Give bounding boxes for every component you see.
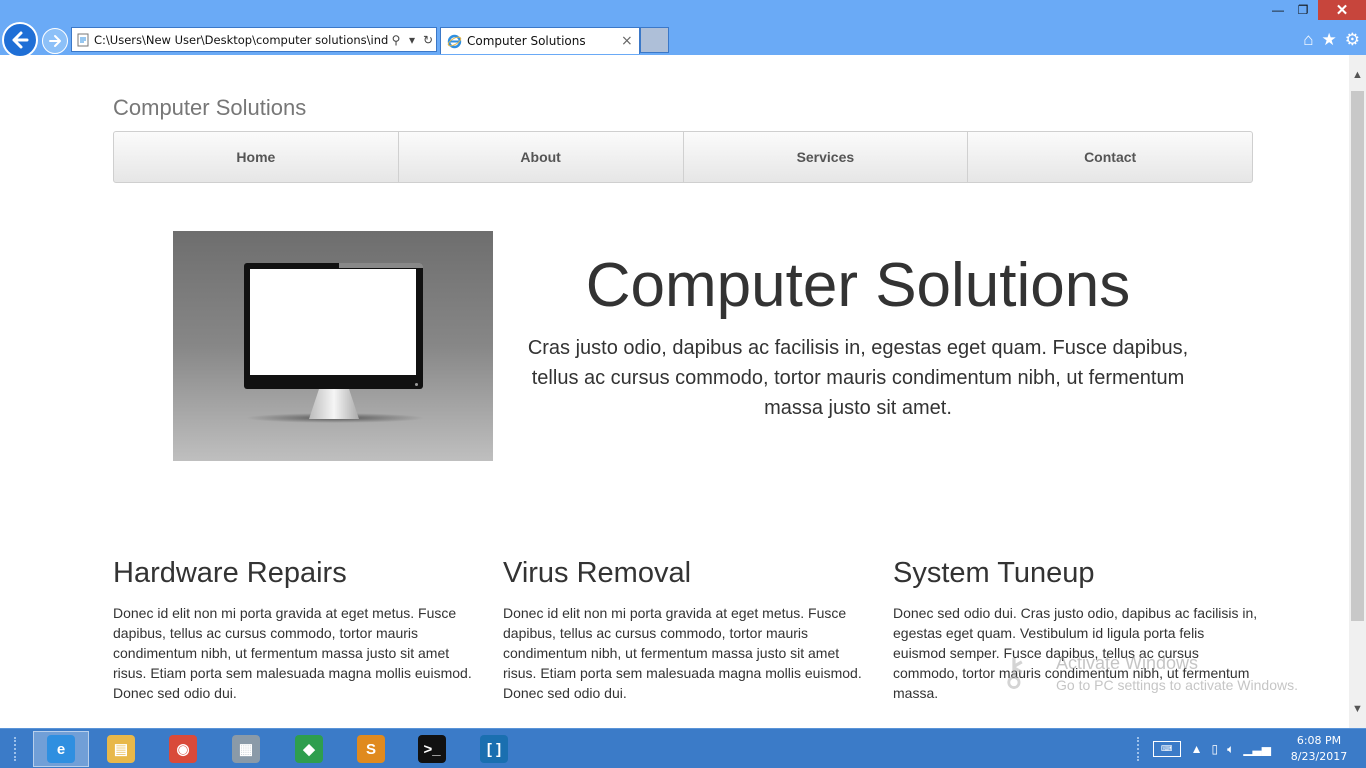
scroll-up-icon[interactable]: ▲: [1352, 69, 1363, 81]
site-brand[interactable]: Computer Solutions: [113, 95, 306, 121]
tab-close-icon[interactable]: ×: [621, 33, 639, 49]
service-body: Donec id elit non mi porta gravida at eg…: [113, 605, 472, 701]
refresh-icon[interactable]: ↻: [420, 33, 436, 47]
taskbar-app-sublime-text[interactable]: S: [343, 731, 399, 767]
monitor-stand: [309, 389, 359, 419]
volume-icon[interactable]: 🔈︎: [1227, 742, 1234, 757]
show-hidden-icons-icon[interactable]: ▲: [1191, 742, 1203, 756]
address-bar[interactable]: C:\Users\New User\Desktop\computer solut…: [71, 27, 437, 52]
service-heading: System Tuneup: [893, 557, 1095, 589]
power-button-icon: [415, 383, 418, 386]
scroll-down-icon[interactable]: ▼: [1352, 703, 1363, 715]
network-adapter-icon[interactable]: ▯: [1212, 742, 1219, 756]
taskbar-app-control-panel[interactable]: ▦: [218, 731, 274, 767]
home-icon[interactable]: ⌂: [1303, 30, 1313, 50]
nav-about[interactable]: About: [399, 132, 684, 182]
forward-arrow-icon: [49, 35, 61, 47]
scroll-thumb[interactable]: [1351, 91, 1364, 621]
hero-title: Computer Solutions: [585, 251, 1131, 320]
back-arrow-icon: [12, 31, 29, 49]
watermark-title: Activate Windows: [1056, 653, 1199, 673]
sublime-text-icon: S: [357, 735, 385, 763]
minimize-button[interactable]: —: [1267, 0, 1289, 20]
internet-explorer-icon: e: [47, 735, 75, 763]
ie-icon: [447, 34, 462, 48]
touch-keyboard-icon[interactable]: ⌨: [1152, 741, 1181, 757]
favorites-star-icon[interactable]: ★: [1322, 30, 1337, 50]
vertical-scrollbar[interactable]: ▲ ▼: [1349, 55, 1366, 729]
taskbar-app-brackets[interactable]: [ ]: [466, 731, 522, 767]
gear-icon[interactable]: ⚙: [1345, 30, 1360, 50]
clock[interactable]: 6:08 PM 8/23/2017: [1280, 733, 1358, 765]
system-tray: ⌨ ▲ ▯ 🔈︎ ▁▃▅ 6:08 PM 8/23/2017: [1136, 729, 1366, 768]
git-icon: ◆: [295, 735, 323, 763]
watermark-subtitle: Go to PC settings to activate Windows.: [1056, 677, 1298, 693]
nav-contact[interactable]: Contact: [968, 132, 1252, 182]
restore-button[interactable]: ❐: [1292, 0, 1314, 20]
monitor-icon: [244, 263, 423, 389]
service-heading: Hardware Repairs: [113, 557, 347, 589]
monitor-screen: [250, 269, 416, 375]
service-heading: Virus Removal: [503, 557, 692, 589]
close-button[interactable]: ✕: [1318, 0, 1366, 20]
file-explorer-icon: ▤: [107, 735, 135, 763]
taskbar-app-file-explorer[interactable]: ▤: [93, 731, 149, 767]
browser-toolbar: C:\Users\New User\Desktop\computer solut…: [0, 0, 1366, 58]
clock-date: 8/23/2017: [1290, 750, 1348, 763]
taskbar-app-git[interactable]: ◆: [281, 731, 337, 767]
service-body: Donec id elit non mi porta gravida at eg…: [503, 605, 862, 701]
back-button[interactable]: [2, 22, 38, 58]
taskbar: e ▤ ◉ ▦ ◆ S >_ [ ] ⌨ ▲ ▯ 🔈︎ ▁▃▅ 6:08 PM 8/23/20…: [0, 728, 1366, 768]
tray-grip[interactable]: [1136, 737, 1143, 761]
ie-page-icon: [77, 33, 89, 46]
tab-computer-solutions[interactable]: Computer Solutions ×: [440, 27, 640, 54]
chrome-icon: ◉: [169, 735, 197, 763]
taskbar-grip[interactable]: [14, 737, 20, 761]
tab-title: Computer Solutions: [467, 34, 586, 48]
key-icon: ⚷: [1000, 652, 1028, 694]
new-tab-button[interactable]: [640, 27, 669, 53]
search-icon[interactable]: ⚲: [388, 33, 404, 47]
hero-text: Cras justo odio, dapibus ac facilisis in…: [527, 337, 1189, 419]
signal-icon[interactable]: ▁▃▅: [1243, 742, 1271, 756]
dropdown-icon[interactable]: ▾: [404, 33, 420, 47]
clock-time: 6:08 PM: [1296, 734, 1342, 747]
hero-monitor-image: [173, 231, 493, 461]
address-url[interactable]: C:\Users\New User\Desktop\computer solut…: [94, 33, 388, 47]
taskbar-app-chrome[interactable]: ◉: [155, 731, 211, 767]
brackets-icon: [ ]: [480, 735, 508, 763]
taskbar-app-command-prompt[interactable]: >_: [404, 731, 460, 767]
control-panel-icon: ▦: [232, 735, 260, 763]
forward-button[interactable]: [42, 28, 68, 54]
nav-services[interactable]: Services: [684, 132, 969, 182]
taskbar-app-internet-explorer[interactable]: e: [33, 731, 89, 767]
command-prompt-icon: >_: [418, 735, 446, 763]
service-virus-removal: Virus Removal Donec id elit non mi porta…: [503, 557, 868, 703]
main-nav: Home About Services Contact: [113, 131, 1253, 183]
nav-home[interactable]: Home: [114, 132, 399, 182]
service-hardware-repairs: Hardware Repairs Donec id elit non mi po…: [113, 557, 478, 703]
